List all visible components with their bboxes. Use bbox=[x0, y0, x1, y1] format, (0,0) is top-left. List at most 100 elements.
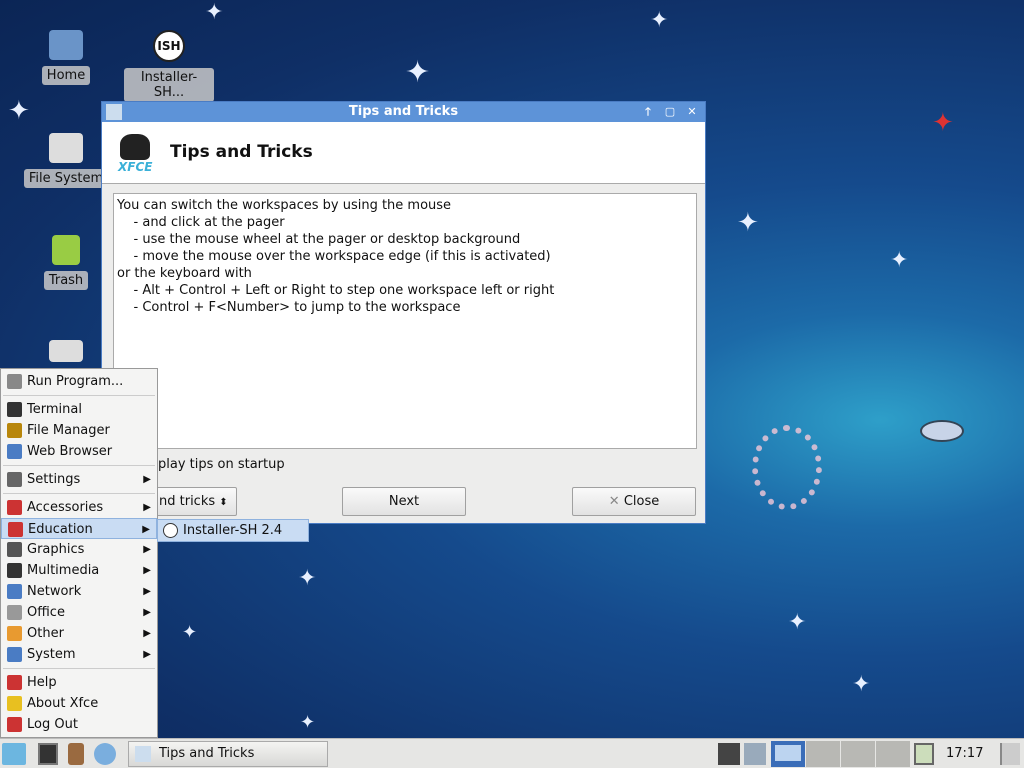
star: ✦ bbox=[300, 712, 316, 733]
menu-item-other[interactable]: Other ▶ bbox=[1, 623, 157, 644]
close-button[interactable]: ✕ Close bbox=[572, 487, 696, 516]
submenu-label: Installer-SH 2.4 bbox=[183, 523, 283, 538]
drive-icon bbox=[49, 133, 83, 163]
menu-item-network[interactable]: Network ▶ bbox=[1, 581, 157, 602]
menu-item-file-manager[interactable]: File Manager bbox=[1, 420, 157, 441]
submenu-arrow-icon: ▶ bbox=[142, 524, 150, 535]
menu-item-label: Help bbox=[27, 675, 57, 690]
star: ✦ bbox=[852, 672, 871, 697]
logout-action-icon[interactable] bbox=[1000, 743, 1020, 765]
next-button[interactable]: Next bbox=[342, 487, 466, 516]
multimedia-icon bbox=[7, 563, 22, 578]
xfce-mouse-icon bbox=[106, 104, 122, 120]
star: ✦ bbox=[788, 610, 807, 635]
menu-item-run-program[interactable]: Run Program... bbox=[1, 371, 157, 392]
clock[interactable]: 17:17 bbox=[946, 743, 983, 765]
show-desktop-icon[interactable] bbox=[914, 743, 934, 765]
tip-text[interactable]: You can switch the workspaces by using t… bbox=[113, 193, 697, 449]
menu-item-office[interactable]: Office ▶ bbox=[1, 602, 157, 623]
menu-separator bbox=[3, 395, 155, 396]
task-button-tips[interactable]: Tips and Tricks bbox=[128, 741, 328, 767]
close-label: Close bbox=[623, 494, 660, 509]
graphics-icon bbox=[7, 542, 22, 557]
desktop-icon-label: Trash bbox=[43, 271, 89, 290]
menu-item-terminal[interactable]: Terminal bbox=[1, 399, 157, 420]
system-icon bbox=[7, 647, 22, 662]
other-icon bbox=[7, 626, 22, 641]
network-tray-icon[interactable] bbox=[718, 743, 740, 765]
terminal-launcher-icon[interactable] bbox=[38, 743, 58, 765]
close-x-icon: ✕ bbox=[608, 494, 620, 509]
settings-icon bbox=[7, 472, 22, 487]
submenu-arrow-icon: ▶ bbox=[143, 565, 151, 576]
accessories-icon bbox=[7, 500, 22, 515]
menu-item-multimedia[interactable]: Multimedia ▶ bbox=[1, 560, 157, 581]
menu-item-label: System bbox=[27, 647, 76, 662]
xfce-menu-button[interactable] bbox=[2, 743, 26, 765]
workspace-4[interactable] bbox=[876, 741, 910, 767]
menu-item-help[interactable]: Help bbox=[1, 672, 157, 693]
menu-item-web-browser[interactable]: Web Browser bbox=[1, 441, 157, 462]
menu-item-settings[interactable]: Settings ▶ bbox=[1, 469, 157, 490]
startup-checkbox-label[interactable]: play tips on startup bbox=[158, 457, 285, 472]
submenu-arrow-icon: ▶ bbox=[143, 586, 151, 597]
menu-separator bbox=[3, 493, 155, 494]
maximize-button[interactable]: ▢ bbox=[661, 104, 679, 120]
desktop-icon-installer[interactable]: ISH Installer-SH... bbox=[124, 30, 214, 102]
menu-item-label: Accessories bbox=[27, 500, 104, 515]
workspace-2[interactable] bbox=[806, 741, 840, 767]
home-folder-icon bbox=[49, 30, 83, 60]
office-icon bbox=[7, 605, 22, 620]
menu-item-label: Run Program... bbox=[27, 374, 124, 389]
menu-item-label: File Manager bbox=[27, 423, 110, 438]
menu-item-log-out[interactable]: Log Out bbox=[1, 714, 157, 735]
close-window-button[interactable]: ✕ bbox=[683, 104, 701, 120]
desktop-icon-label: File System bbox=[23, 169, 109, 188]
star: ✦ bbox=[890, 248, 909, 273]
education-icon bbox=[8, 522, 23, 537]
submenu-arrow-icon: ▶ bbox=[143, 628, 151, 639]
submenu-arrow-icon: ▶ bbox=[143, 607, 151, 618]
shade-button[interactable]: 🡑 bbox=[639, 104, 657, 120]
star: ✦ bbox=[932, 108, 954, 138]
menu-item-graphics[interactable]: Graphics ▶ bbox=[1, 539, 157, 560]
workspace-1[interactable] bbox=[771, 741, 805, 767]
file-manager-launcher-icon[interactable] bbox=[68, 743, 84, 765]
menu-item-label: Other bbox=[27, 626, 64, 641]
menu-item-accessories[interactable]: Accessories ▶ bbox=[1, 497, 157, 518]
debian-swirl bbox=[752, 425, 822, 510]
submenu-item-installer[interactable]: Installer-SH 2.4 bbox=[157, 519, 309, 542]
about-xfce-icon bbox=[7, 696, 22, 711]
desktop-icon-drive[interactable] bbox=[21, 340, 111, 368]
submenu-arrow-icon: ▶ bbox=[143, 649, 151, 660]
desktop-icon-filesystem[interactable]: File System bbox=[21, 133, 111, 188]
menu-item-education[interactable]: Education ▶ bbox=[1, 518, 157, 539]
installer-icon bbox=[163, 523, 178, 538]
menu-item-about-xfce[interactable]: About Xfce bbox=[1, 693, 157, 714]
web-browser-icon bbox=[7, 444, 22, 459]
web-browser-launcher-icon[interactable] bbox=[94, 743, 116, 765]
log-out-icon bbox=[7, 717, 22, 732]
taskbar: Tips and Tricks 17:17 bbox=[0, 738, 1024, 768]
window-title: Tips and Tricks bbox=[348, 104, 459, 119]
applications-menu: Run Program... Terminal File Manager Web Br… bbox=[0, 368, 158, 738]
menu-item-label: Multimedia bbox=[27, 563, 100, 578]
desktop-icon-home[interactable]: Home bbox=[21, 30, 111, 85]
run-program-icon bbox=[7, 374, 22, 389]
star: ✦ bbox=[298, 566, 317, 591]
desktop-icon-label: Home bbox=[41, 66, 91, 85]
desktop-icon-trash[interactable]: Trash bbox=[21, 235, 111, 290]
menu-item-system[interactable]: System ▶ bbox=[1, 644, 157, 665]
star: ✦ bbox=[405, 55, 431, 90]
menu-item-label: About Xfce bbox=[27, 696, 99, 711]
titlebar[interactable]: Tips and Tricks 🡑 ▢ ✕ bbox=[102, 102, 705, 122]
star: ✦ bbox=[182, 622, 198, 643]
menu-item-label: Terminal bbox=[27, 402, 82, 417]
star: ✦ bbox=[650, 8, 669, 33]
workspace-3[interactable] bbox=[841, 741, 875, 767]
planet-icon bbox=[920, 420, 964, 442]
drive-icon bbox=[49, 340, 83, 362]
file-manager-icon bbox=[7, 423, 22, 438]
power-tray-icon[interactable] bbox=[744, 743, 766, 765]
terminal-icon bbox=[7, 402, 22, 417]
